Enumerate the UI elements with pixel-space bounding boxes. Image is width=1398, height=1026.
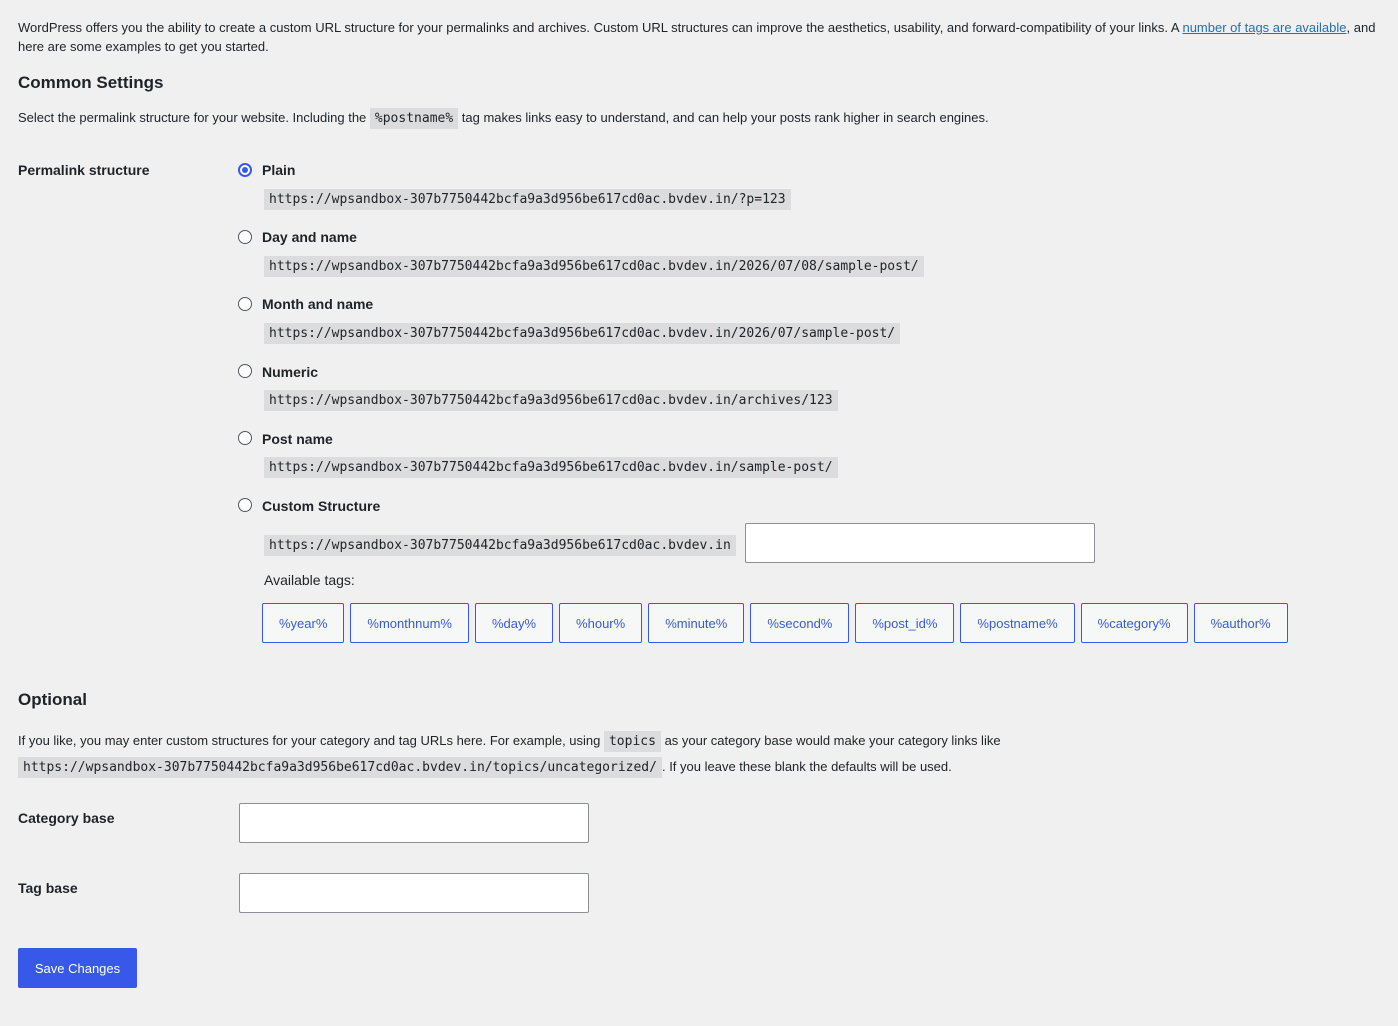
tag-button-author[interactable]: %author% — [1193, 603, 1288, 643]
tag-button-monthnum[interactable]: %monthnum% — [350, 603, 469, 643]
option-label-post-name[interactable]: Post name — [262, 431, 333, 447]
radio-day-and-name[interactable] — [238, 230, 252, 244]
tag-base-input[interactable] — [239, 873, 589, 913]
radio-numeric[interactable] — [238, 364, 252, 378]
topics-code: topics — [603, 731, 661, 752]
radio-month-and-name[interactable] — [238, 297, 252, 311]
save-changes-button[interactable]: Save Changes — [18, 948, 137, 988]
tag-button-hour[interactable]: %hour% — [559, 603, 643, 643]
tag-button-day[interactable]: %day% — [474, 603, 554, 643]
common-settings-description: Select the permalink structure for your … — [18, 108, 989, 129]
custom-structure-input[interactable] — [745, 523, 1095, 563]
intro-text: WordPress offers you the ability to crea… — [18, 20, 1376, 54]
tags-available-link[interactable]: number of tags are available — [1182, 20, 1346, 35]
option-label-month-and-name[interactable]: Month and name — [262, 296, 373, 312]
url-example-day-and-name: https://wpsandbox-307b7750442bcfa9a3d956… — [264, 256, 924, 277]
url-example-plain: https://wpsandbox-307b7750442bcfa9a3d956… — [264, 189, 791, 210]
tag-button-second[interactable]: %second% — [750, 603, 850, 643]
radio-post-name[interactable] — [238, 431, 252, 445]
option-label-plain[interactable]: Plain — [262, 162, 295, 178]
tag-button-year[interactable]: %year% — [262, 603, 345, 643]
radio-plain[interactable] — [238, 163, 252, 177]
url-example-post-name: https://wpsandbox-307b7750442bcfa9a3d956… — [264, 457, 838, 478]
option-label-day-and-name[interactable]: Day and name — [262, 229, 357, 245]
category-base-label: Category base — [18, 810, 115, 826]
custom-structure-base-url: https://wpsandbox-307b7750442bcfa9a3d956… — [264, 535, 736, 556]
common-settings-heading: Common Settings — [18, 73, 164, 92]
tag-button-minute[interactable]: %minute% — [648, 603, 745, 643]
radio-custom-structure[interactable] — [238, 498, 252, 512]
permalink-settings-page: WordPress offers you the ability to crea… — [0, 0, 1398, 1026]
category-base-input[interactable] — [239, 803, 589, 843]
option-label-numeric[interactable]: Numeric — [262, 364, 318, 380]
tag-base-label: Tag base — [18, 880, 78, 896]
url-example-numeric: https://wpsandbox-307b7750442bcfa9a3d956… — [264, 390, 838, 411]
permalink-structure-label: Permalink structure — [18, 162, 150, 178]
category-example-url-code: https://wpsandbox-307b7750442bcfa9a3d956… — [18, 757, 662, 778]
tag-button-category[interactable]: %category% — [1080, 603, 1188, 643]
optional-description: If you like, you may enter custom struct… — [18, 728, 1388, 780]
option-label-custom-structure[interactable]: Custom Structure — [262, 498, 380, 514]
available-tags-list: %year% %monthnum% %day% %hour% %minute% … — [262, 603, 1288, 643]
tag-button-post-id[interactable]: %post_id% — [855, 603, 955, 643]
postname-code: %postname% — [369, 108, 459, 129]
optional-heading: Optional — [18, 690, 87, 709]
url-example-month-and-name: https://wpsandbox-307b7750442bcfa9a3d956… — [264, 323, 901, 344]
tag-button-postname[interactable]: %postname% — [960, 603, 1075, 643]
available-tags-label: Available tags: — [264, 572, 355, 588]
